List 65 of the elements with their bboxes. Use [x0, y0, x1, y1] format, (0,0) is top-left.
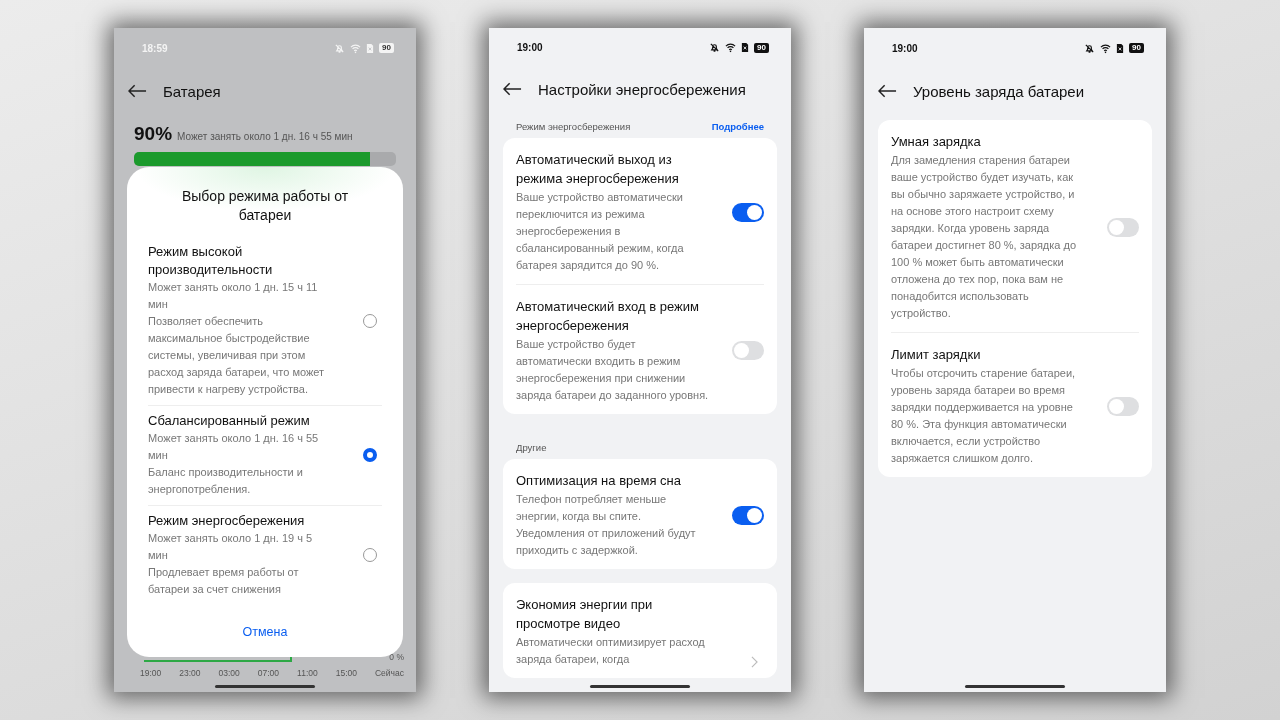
sim-card-icon: [366, 42, 375, 54]
option-duration: Может занять около 1 дн. 15 ч 11 мин: [148, 280, 319, 312]
back-arrow-icon[interactable]: [878, 84, 897, 98]
wifi-icon: [725, 42, 737, 54]
option-description: Баланс производительности и энергопотребления.: [148, 465, 304, 497]
toggle-switch[interactable]: [732, 341, 764, 360]
axis-label: 23:00: [179, 668, 201, 678]
toggle-switch[interactable]: [1107, 396, 1139, 416]
toggle-switch[interactable]: [732, 202, 764, 222]
sim-card-icon: [741, 42, 750, 54]
option-duration: Может занять около 1 дн. 19 ч 5 мин: [148, 531, 314, 563]
battery-indicator: 90: [379, 43, 394, 53]
option-title: Режим высокой производительности: [148, 243, 274, 279]
setting-title: Автоматический вход в режим энергосбережения: [516, 298, 700, 335]
setting-description: Телефон потребляет меньше энергии, когда вы спите. Уведомления от приложений будут приходить с задержкой.: [516, 492, 697, 558]
axis-label: 03:00: [218, 668, 240, 678]
setting-title: Экономия энергии при просмотре видео: [516, 596, 654, 633]
back-arrow-icon[interactable]: [503, 82, 522, 97]
section-label: Другие: [516, 442, 547, 453]
toggle-switch[interactable]: [1107, 217, 1139, 237]
page-title: Настройки энергосбережения: [538, 80, 746, 98]
cancel-button[interactable]: Отмена: [232, 621, 298, 643]
setting-description: Для замедления старения батареи ваше устройство будет изучать, как вы обычно заряжаете устройство, и на основе этого настроит схему зарядки. Когда уровень заряда батареи достигнет 80 %, зарядка до 100 % может быть автоматически отложена до тех пор, пока вам не понадобится использовать устройство.: [891, 153, 1078, 321]
section-label: Режим энергосбережения: [516, 121, 631, 132]
bell-off-icon: [1084, 42, 1096, 54]
bell-off-icon: [709, 42, 721, 54]
radio-button[interactable]: [363, 448, 377, 462]
option-title: Режим энергосбережения: [148, 512, 306, 530]
status-time: 19:00: [517, 42, 543, 54]
mode-option[interactable]: Сбалансированный режим Может занять около 1 дн. 16 ч 55 мин Баланс производительности и энергопотребления.: [148, 406, 382, 505]
setting-description: Ваше устройство будет автоматически входить в режим энергосбережения при снижении заряда батареи до заданного уровня.: [516, 337, 710, 403]
page-title: Уровень заряда батареи: [913, 82, 1085, 100]
status-time: 19:00: [892, 42, 918, 54]
sheet-title: Выбор режима работы от батареи: [180, 187, 350, 225]
setting-title: Автоматический выход из режима энергосбережения: [516, 151, 680, 188]
setting-description: Ваше устройство автоматически переключится из режима энергосбережения в сбалансированный режим, когда батарея зарядится до 90 %.: [516, 190, 685, 273]
axis-label: 19:00: [140, 668, 162, 678]
axis-label: 11:00: [297, 668, 318, 678]
sim-card-icon: [1116, 42, 1125, 54]
wifi-icon: [350, 42, 362, 54]
mode-option[interactable]: Режим энергосбережения Может занять около 1 дн. 19 ч 5 мин Продлевает время работы от батареи за счет снижения: [148, 506, 382, 605]
setting-title: Умная зарядка: [891, 133, 982, 151]
chevron-right-icon[interactable]: [751, 656, 758, 668]
wifi-icon: [1100, 42, 1112, 54]
more-link[interactable]: Подробнее: [711, 121, 764, 132]
battery-estimate: Может занять около 1 дн. 16 ч 55 мин: [177, 131, 353, 142]
back-arrow-icon[interactable]: [128, 84, 147, 98]
option-title: Сбалансированный режим: [148, 412, 311, 430]
battery-indicator: 90: [754, 42, 769, 53]
option-description: Продлевает время работы от батареи за счет снижения: [148, 565, 300, 597]
battery-percent: 90%: [134, 123, 173, 145]
axis-label: Сейчас: [374, 668, 404, 678]
axis-label: 15:00: [335, 668, 357, 678]
axis-label: 07:00: [257, 668, 280, 678]
option-duration: Может занять около 1 дн. 16 ч 55 мин: [148, 431, 320, 463]
page-title: Батарея: [163, 82, 221, 100]
option-description: Позволяет обеспечить максимальное быстродействие системы, увеличивая при этом расход заряда батареи, что может привести к нагреву устройства.: [148, 314, 326, 397]
setting-description: Автоматически оптимизирует расход заряда батареи, когда: [516, 635, 706, 667]
axis-label: 0 %: [389, 652, 404, 662]
toggle-switch[interactable]: [732, 505, 764, 525]
battery-indicator: 90: [1129, 43, 1144, 53]
setting-title: Лимит зарядки: [891, 346, 982, 364]
setting-description: Чтобы отсрочить старение батареи, уровень заряда батареи во время зарядки поддерживается на уровне 80 %. Эта функция автоматически включается, если устройство заряжается слишком долго.: [891, 366, 1077, 466]
bell-off-icon: [334, 42, 346, 54]
setting-title: Оптимизация на время сна: [516, 472, 682, 490]
